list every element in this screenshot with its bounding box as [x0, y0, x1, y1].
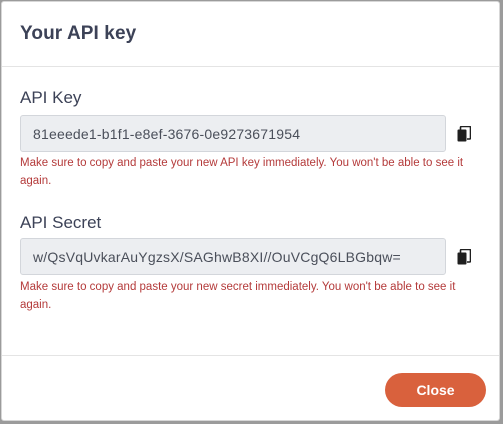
dialog-header: Your API key — [2, 2, 499, 67]
api-secret-field[interactable] — [20, 238, 446, 275]
copy-api-key-button[interactable] — [446, 115, 482, 152]
api-key-dialog: Your API key API Key Make sure to copy a… — [1, 1, 500, 421]
api-key-field[interactable] — [20, 115, 446, 152]
dialog-footer: Close — [2, 356, 499, 420]
dialog-body: API Key Make sure to copy and paste your… — [2, 67, 499, 356]
api-key-row — [20, 115, 482, 152]
api-key-label: API Key — [20, 88, 82, 107]
api-key-warning: Make sure to copy and paste your new API… — [20, 157, 464, 187]
dialog-title: Your API key — [20, 23, 137, 44]
api-secret-warning: Make sure to copy and paste your new sec… — [20, 281, 456, 311]
api-secret-label: API Secret — [20, 213, 102, 232]
api-secret-row — [20, 238, 482, 275]
copy-icon — [457, 248, 471, 264]
close-button[interactable]: Close — [385, 373, 486, 407]
copy-api-secret-button[interactable] — [446, 238, 482, 275]
copy-icon — [457, 125, 471, 141]
